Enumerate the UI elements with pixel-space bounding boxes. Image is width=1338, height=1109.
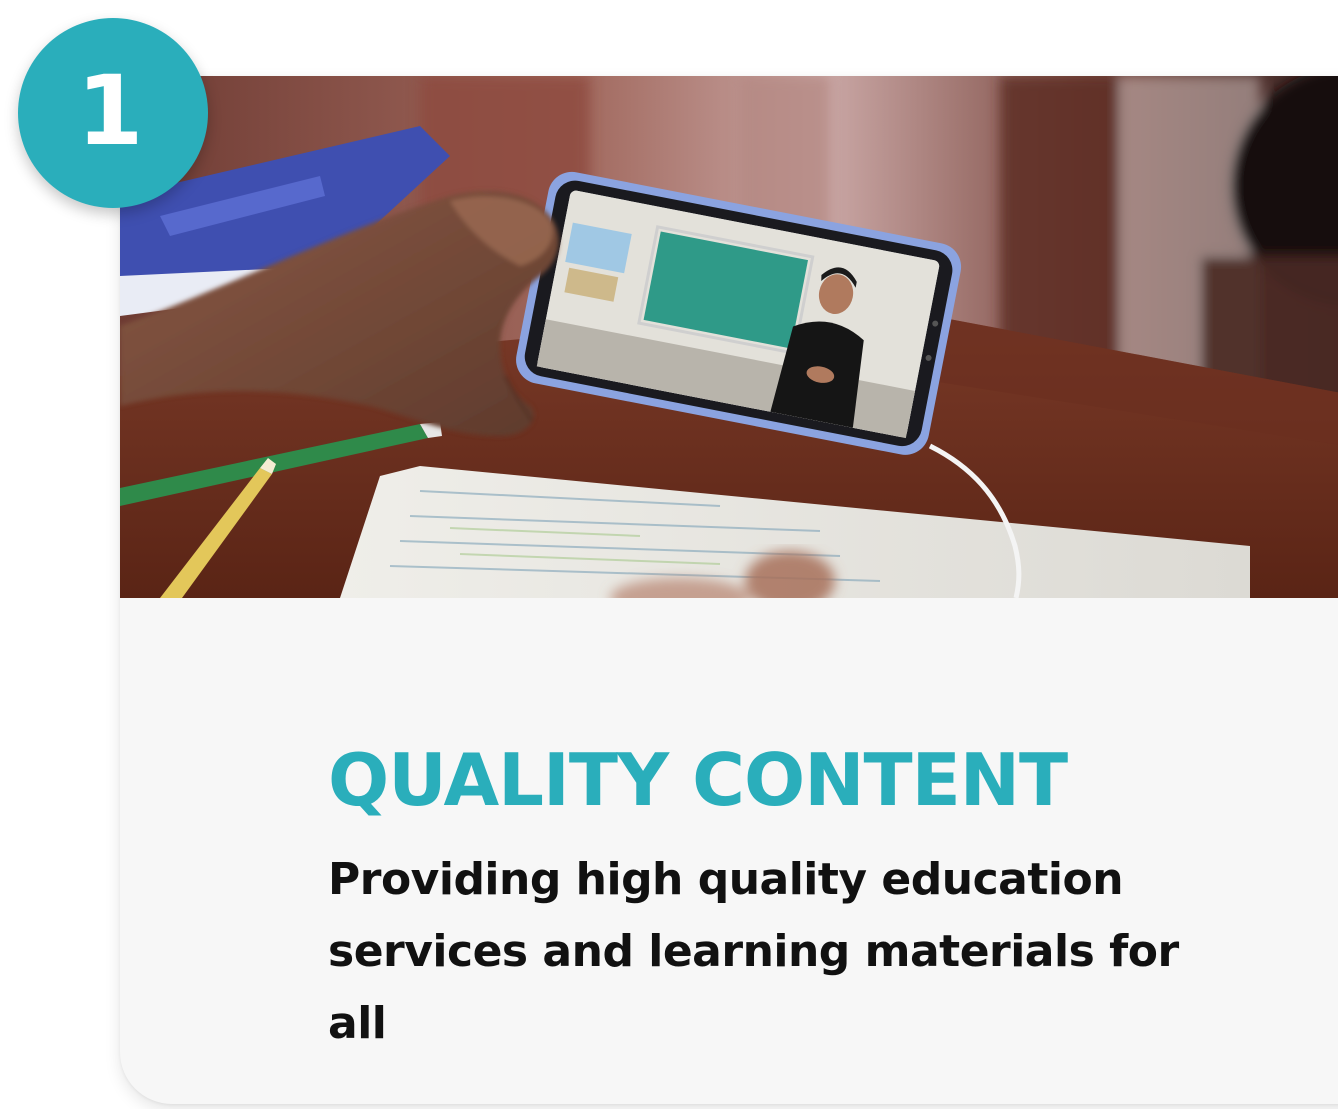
feature-card: QUALITY CONTENT Providing high quality e… <box>120 76 1338 1104</box>
feature-card-stage: QUALITY CONTENT Providing high quality e… <box>0 0 1338 1109</box>
feature-photo <box>120 76 1338 598</box>
step-number: 1 <box>76 55 144 167</box>
step-number-badge: 1 <box>18 18 208 208</box>
feature-title: QUALITY CONTENT <box>328 738 1068 822</box>
photo-illustration <box>120 76 1338 598</box>
feature-description: Providing high quality education service… <box>328 854 1179 1049</box>
